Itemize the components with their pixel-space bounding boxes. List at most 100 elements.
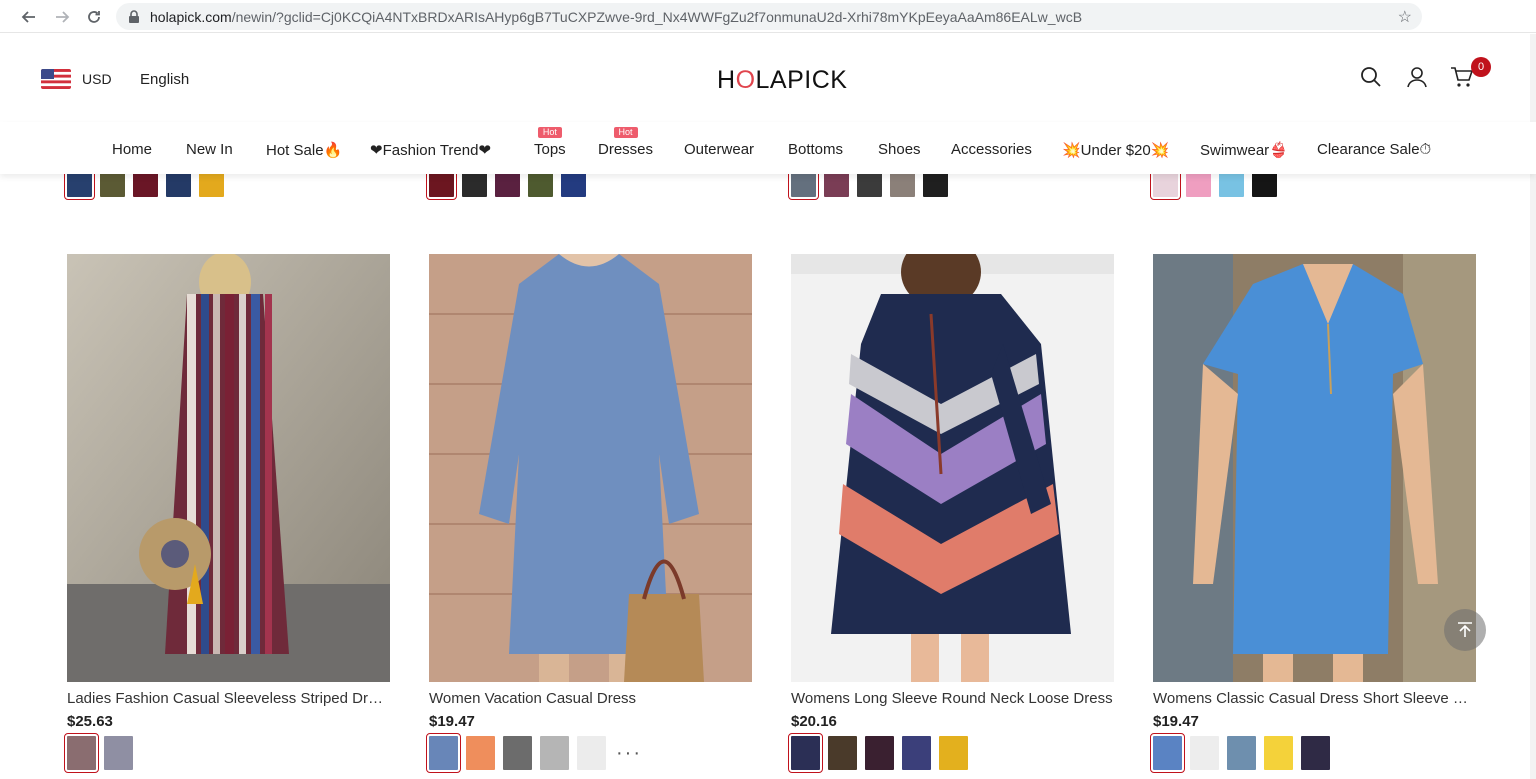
- hot-badge: Hot: [613, 127, 638, 138]
- color-swatch[interactable]: [426, 733, 461, 773]
- nav-label: Dresses: [598, 141, 654, 158]
- color-swatch[interactable]: [788, 169, 819, 200]
- color-swatch[interactable]: [788, 733, 823, 773]
- site-logo[interactable]: HOLAPICK: [717, 66, 847, 95]
- product-image[interactable]: [67, 254, 390, 682]
- nav-item-clearance-sale[interactable]: Clearance Sale⏱: [1317, 141, 1431, 158]
- color-swatch[interactable]: [528, 172, 553, 197]
- nav-item-shoes[interactable]: Shoes: [878, 141, 921, 158]
- bookmark-star-icon[interactable]: ☆: [1398, 7, 1412, 27]
- swatch-group: ···: [426, 733, 752, 773]
- color-swatch[interactable]: [100, 172, 125, 197]
- color-swatch[interactable]: [199, 172, 224, 197]
- product-name[interactable]: Ladies Fashion Casual Sleeveless Striped…: [67, 690, 390, 707]
- color-swatch[interactable]: [503, 736, 532, 770]
- nav-item-under-20[interactable]: 💥Under $20💥: [1062, 141, 1169, 159]
- swatch-group: [788, 169, 948, 200]
- product-image[interactable]: [791, 254, 1114, 682]
- color-swatch[interactable]: [1227, 736, 1256, 770]
- currency-selector[interactable]: USD: [82, 71, 112, 87]
- nav-item-outerwear[interactable]: Outerwear: [684, 141, 754, 158]
- color-swatch[interactable]: [166, 172, 191, 197]
- nav-item-hot-sale[interactable]: Hot Sale🔥: [266, 141, 342, 159]
- back-arrow-icon[interactable]: [17, 5, 41, 29]
- product-price: $19.47: [1153, 713, 1199, 730]
- nav-item-fashion-trend[interactable]: ❤Fashion Trend❤: [370, 141, 491, 159]
- color-swatch[interactable]: [1150, 169, 1181, 200]
- color-swatch[interactable]: [828, 736, 857, 770]
- color-swatch[interactable]: [1301, 736, 1330, 770]
- arrow-up-icon: [1458, 622, 1472, 637]
- color-swatch[interactable]: [1150, 733, 1185, 773]
- nav-label: Tops: [534, 141, 566, 158]
- color-swatch[interactable]: [426, 169, 457, 200]
- color-swatch[interactable]: [923, 172, 948, 197]
- main-navigation: Home New In Hot Sale🔥 ❤Fashion Trend❤ Ho…: [0, 122, 1536, 174]
- color-swatch[interactable]: [561, 172, 586, 197]
- product-card[interactable]: Ladies Fashion Casual Sleeveless Striped…: [64, 254, 390, 773]
- product-image[interactable]: [1153, 254, 1476, 682]
- color-swatch[interactable]: [577, 736, 606, 770]
- color-swatch[interactable]: [64, 733, 99, 773]
- nav-item-accessories[interactable]: Accessories: [951, 141, 1032, 158]
- nav-label: Bottoms: [788, 141, 844, 158]
- nav-label: Swimwear👙: [1200, 142, 1288, 159]
- nav-label: Home: [112, 141, 153, 158]
- url-path: /newin/?gclid=Cj0KCQiA4NTxBRDxARIsAHyp6g…: [231, 8, 1083, 25]
- forward-arrow-icon[interactable]: [50, 5, 74, 29]
- swatch-group: [64, 169, 224, 200]
- product-name[interactable]: Womens Long Sleeve Round Neck Loose Dres…: [791, 690, 1114, 707]
- color-swatch[interactable]: [133, 172, 158, 197]
- color-swatch[interactable]: [540, 736, 569, 770]
- reload-icon[interactable]: [82, 5, 106, 29]
- product-price: $25.63: [67, 713, 113, 730]
- color-swatch[interactable]: [1264, 736, 1293, 770]
- swatch-group: [1150, 733, 1476, 773]
- more-colors-icon[interactable]: ···: [616, 742, 642, 765]
- color-swatch[interactable]: [1186, 172, 1211, 197]
- nav-item-bottoms[interactable]: Bottoms: [788, 141, 843, 158]
- logo-text-right: LAPICK: [755, 66, 848, 94]
- nav-item-new-in[interactable]: New In: [186, 141, 233, 158]
- logo-text-left: H: [717, 66, 736, 94]
- color-swatch[interactable]: [466, 736, 495, 770]
- user-account-icon[interactable]: [1406, 66, 1430, 90]
- logo-text-o: O: [735, 66, 756, 94]
- browser-toolbar: holapick.com/newin/?gclid=Cj0KCQiA4NTxBR…: [0, 0, 1536, 33]
- product-card[interactable]: Womens Classic Casual Dress Short Sleeve…: [1150, 254, 1476, 773]
- color-swatch[interactable]: [104, 736, 133, 770]
- nav-item-tops[interactable]: Hot Tops: [534, 127, 566, 158]
- back-to-top-button[interactable]: [1444, 609, 1486, 651]
- product-image[interactable]: [429, 254, 752, 682]
- product-name[interactable]: Women Vacation Casual Dress: [429, 690, 752, 707]
- color-swatch[interactable]: [495, 172, 520, 197]
- color-swatch[interactable]: [1219, 172, 1244, 197]
- product-name[interactable]: Womens Classic Casual Dress Short Sleeve…: [1153, 690, 1476, 707]
- color-swatch[interactable]: [939, 736, 968, 770]
- nav-label: Hot Sale🔥: [266, 142, 343, 159]
- swatch-group: [426, 169, 586, 200]
- product-card[interactable]: Womens Long Sleeve Round Neck Loose Dres…: [788, 254, 1114, 773]
- color-swatch[interactable]: [890, 172, 915, 197]
- nav-label: Accessories: [951, 141, 1032, 158]
- nav-label: 💥Under $20💥: [1062, 142, 1170, 159]
- color-swatch[interactable]: [902, 736, 931, 770]
- color-swatch[interactable]: [865, 736, 894, 770]
- lock-icon: [128, 9, 142, 24]
- color-swatch[interactable]: [462, 172, 487, 197]
- nav-item-dresses[interactable]: Hot Dresses: [598, 127, 654, 158]
- search-icon[interactable]: [1360, 66, 1384, 90]
- product-card[interactable]: Women Vacation Casual Dress $19.47 ···: [426, 254, 752, 773]
- address-bar[interactable]: holapick.com/newin/?gclid=Cj0KCQiA4NTxBR…: [116, 3, 1422, 30]
- color-swatch[interactable]: [1190, 736, 1219, 770]
- us-flag-icon[interactable]: [41, 69, 71, 89]
- nav-label: Shoes: [878, 141, 921, 158]
- product-price: $20.16: [791, 713, 837, 730]
- language-selector[interactable]: English: [140, 71, 189, 88]
- color-swatch[interactable]: [1252, 172, 1277, 197]
- nav-item-home[interactable]: Home: [112, 141, 152, 158]
- color-swatch[interactable]: [64, 169, 95, 200]
- color-swatch[interactable]: [824, 172, 849, 197]
- color-swatch[interactable]: [857, 172, 882, 197]
- nav-item-swimwear[interactable]: Swimwear👙: [1200, 141, 1288, 159]
